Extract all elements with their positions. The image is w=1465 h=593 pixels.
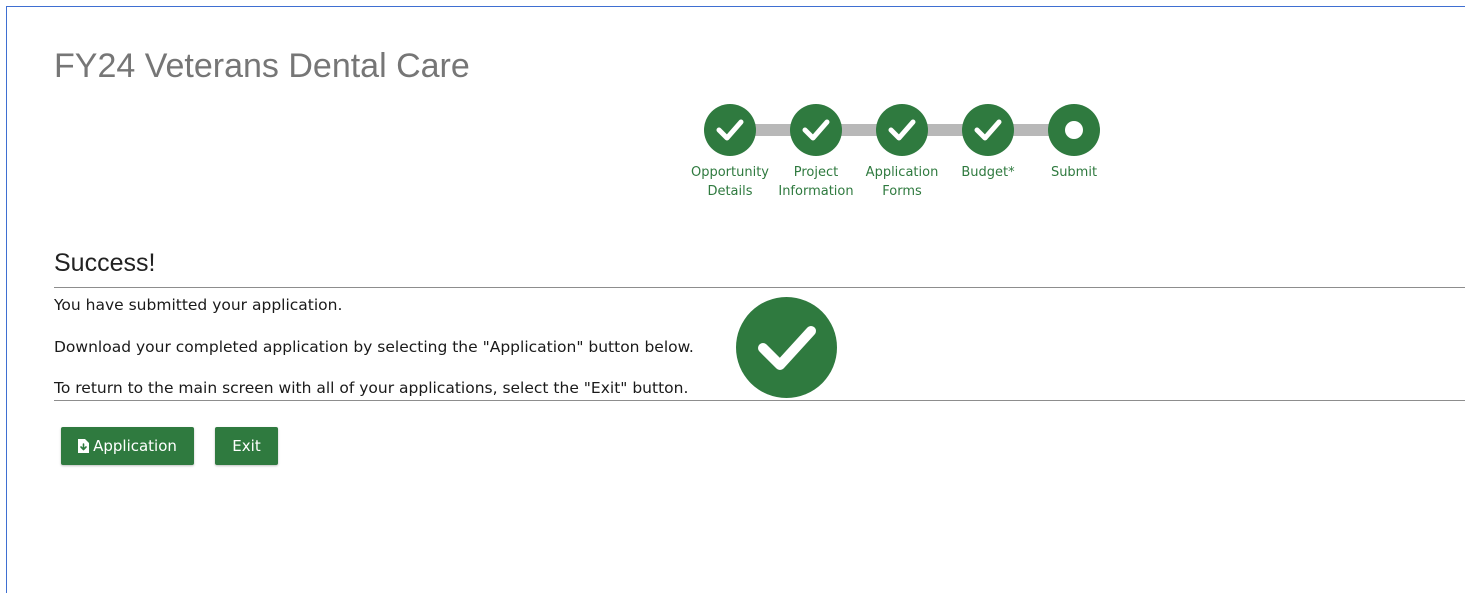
step-label: Submit — [1050, 165, 1098, 180]
progress-stepper: Opportunity Details Project Information … — [680, 104, 1120, 214]
check-icon — [758, 326, 816, 370]
step-complete-circle — [790, 104, 842, 156]
step-label: Project Information — [778, 165, 854, 199]
step-complete-circle — [876, 104, 928, 156]
success-message: You have submitted your application. — [54, 296, 343, 314]
dot-icon — [1065, 121, 1083, 139]
large-check-icon — [736, 297, 837, 398]
step-label: Opportunity Details — [690, 165, 769, 199]
file-download-icon — [78, 439, 90, 453]
check-icon — [716, 119, 744, 141]
step-project-information: Project Information — [773, 104, 859, 201]
step-application-forms: Application Forms — [859, 104, 945, 201]
page-frame: FY24 Veterans Dental Care Opportunity De… — [6, 6, 1465, 593]
check-icon — [888, 119, 916, 141]
step-current-circle — [1048, 104, 1100, 156]
divider — [54, 287, 1465, 288]
exit-button[interactable]: Exit — [215, 427, 278, 465]
step-label: Application Forms — [865, 165, 939, 199]
divider — [54, 400, 1465, 401]
check-icon — [974, 119, 1002, 141]
success-heading: Success! — [54, 249, 156, 277]
exit-instructions: To return to the main screen with all of… — [54, 379, 689, 397]
step-opportunity-details: Opportunity Details — [687, 104, 773, 201]
check-icon — [802, 119, 830, 141]
application-download-button[interactable]: Application — [61, 427, 194, 465]
exit-button-label: Exit — [232, 437, 261, 455]
page-title: FY24 Veterans Dental Care — [54, 47, 470, 85]
step-submit: Submit — [1031, 104, 1117, 182]
step-complete-circle — [704, 104, 756, 156]
step-label: Budget* — [961, 165, 1015, 180]
download-instructions: Download your completed application by s… — [54, 338, 694, 356]
step-complete-circle — [962, 104, 1014, 156]
application-button-label: Application — [93, 437, 177, 455]
step-budget: Budget* — [945, 104, 1031, 182]
